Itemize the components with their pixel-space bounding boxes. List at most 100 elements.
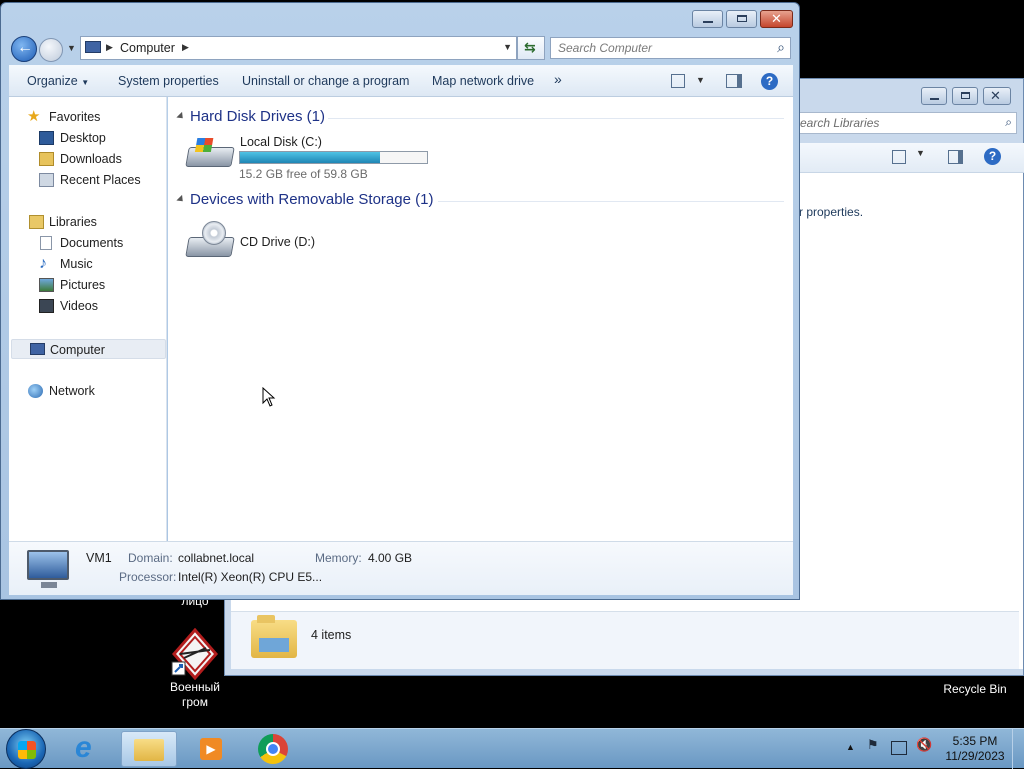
forward-button[interactable] xyxy=(39,38,63,62)
recent-places-icon xyxy=(39,173,54,187)
network-icon xyxy=(28,384,43,398)
partial-text: r properties. xyxy=(799,205,864,219)
nav-pictures[interactable]: Pictures xyxy=(9,275,167,295)
view-options-icon[interactable] xyxy=(671,74,685,88)
search-input[interactable]: Search Libraries ⌕ xyxy=(785,112,1017,134)
minimize-button[interactable] xyxy=(921,87,947,105)
navigation-pane: ★ Favorites Desktop Downloads Recent Pla… xyxy=(9,97,167,541)
taskbar: e ▶ ▲ ⚑ 🔇 5:35 PM 11/29/2023 xyxy=(0,728,1024,769)
volume-muted-icon[interactable]: 🔇 xyxy=(916,737,932,753)
maximize-button[interactable] xyxy=(726,10,757,28)
command-bar: Organize ▼ System properties Uninstall o… xyxy=(9,65,793,97)
system-properties-button[interactable]: System properties xyxy=(118,74,219,88)
close-button[interactable]: ✕ xyxy=(983,87,1011,105)
help-icon[interactable]: ? xyxy=(984,148,1001,165)
search-input[interactable]: Search Computer ⌕ xyxy=(550,37,791,59)
chevron-down-icon: ▼ xyxy=(81,78,90,87)
more-commands-button[interactable]: » xyxy=(554,71,562,87)
network-tray-icon[interactable] xyxy=(891,741,907,755)
clock[interactable]: 5:35 PM 11/29/2023 xyxy=(940,734,1010,764)
documents-icon xyxy=(40,236,52,250)
details-pane: VM1 Domain: collabnet.local Memory: 4.00… xyxy=(9,541,793,595)
breadcrumb-separator-icon[interactable]: ▶ xyxy=(182,42,189,53)
videos-icon xyxy=(39,299,54,313)
group-header-removable[interactable]: Devices with Removable Storage (1) xyxy=(190,191,433,208)
nav-videos[interactable]: Videos xyxy=(9,296,167,316)
computer-window[interactable]: ✕ ← ▼ ▶ Computer ▶ ▼ ⇆ Search Computer ⌕… xyxy=(0,2,800,600)
computer-icon xyxy=(30,343,45,355)
taskbar-internet-explorer[interactable]: e xyxy=(62,731,118,767)
nav-favorites[interactable]: ★ Favorites xyxy=(9,107,167,127)
start-button[interactable] xyxy=(6,729,46,769)
drive-free-space: 15.2 GB free of 59.8 GB xyxy=(239,167,368,181)
recent-pages-chevron-icon[interactable]: ▼ xyxy=(67,43,76,53)
nav-documents[interactable]: Documents xyxy=(9,233,167,253)
action-center-icon[interactable]: ⚑ xyxy=(867,737,879,753)
drive-usage-fill xyxy=(240,152,380,163)
refresh-icon: ⇆ xyxy=(524,39,536,55)
nav-music[interactable]: ♪ Music xyxy=(9,254,167,274)
memory-value: 4.00 GB xyxy=(368,551,413,565)
group-header-hdd[interactable]: Hard Disk Drives (1) xyxy=(190,108,325,125)
taskbar-media-player[interactable]: ▶ xyxy=(182,731,238,767)
minimize-button[interactable] xyxy=(692,10,723,28)
desktop-icon-recycle-bin[interactable]: Recycle Bin xyxy=(930,682,1020,697)
nav-downloads[interactable]: Downloads xyxy=(9,149,167,169)
domain-label: Domain: xyxy=(128,551,173,565)
view-options-icon[interactable] xyxy=(892,150,906,164)
show-desktop-button[interactable] xyxy=(1012,729,1024,769)
chevron-down-icon[interactable]: ▼ xyxy=(696,75,705,85)
organize-menu[interactable]: Organize ▼ xyxy=(27,74,89,88)
memory-label: Memory: xyxy=(315,551,362,565)
show-hidden-icons-icon[interactable]: ▲ xyxy=(846,742,855,752)
computer-name: VM1 xyxy=(86,551,112,565)
pictures-icon xyxy=(39,278,54,292)
uninstall-program-button[interactable]: Uninstall or change a program xyxy=(242,74,409,88)
nav-computer[interactable]: Computer xyxy=(11,339,166,359)
media-player-icon: ▶ xyxy=(200,738,222,760)
computer-large-icon xyxy=(27,550,69,588)
maximize-button[interactable] xyxy=(952,87,978,105)
cd-disc-icon xyxy=(202,221,226,245)
item-count: 4 items xyxy=(311,628,352,642)
libraries-icon xyxy=(29,215,44,229)
map-network-drive-button[interactable]: Map network drive xyxy=(432,74,534,88)
breadcrumb-computer[interactable]: Computer xyxy=(120,41,175,55)
clock-date: 11/29/2023 xyxy=(945,749,1005,763)
star-icon: ★ xyxy=(27,108,41,125)
drive-usage-bar xyxy=(239,151,428,164)
folder-icon xyxy=(251,615,297,658)
computer-icon xyxy=(85,41,101,53)
chevron-down-icon[interactable]: ▼ xyxy=(916,148,925,158)
nav-libraries[interactable]: Libraries xyxy=(9,212,167,232)
address-history-chevron-icon[interactable]: ▼ xyxy=(503,42,512,52)
preview-pane-icon[interactable] xyxy=(726,74,742,88)
desktop-icon-label: Военный гром xyxy=(170,680,220,709)
drive-c[interactable]: Local Disk (C:) 15.2 GB free of 59.8 GB xyxy=(184,135,434,181)
taskbar-chrome[interactable] xyxy=(246,731,302,767)
command-bar: ▼ ? xyxy=(800,143,1024,173)
preview-pane-icon[interactable] xyxy=(948,150,963,164)
close-button[interactable]: ✕ xyxy=(760,10,793,28)
nav-desktop[interactable]: Desktop xyxy=(9,128,167,148)
group-divider xyxy=(328,118,784,119)
desktop-icon-label: Recycle Bin xyxy=(943,682,1007,696)
collapse-group-icon[interactable] xyxy=(176,194,186,205)
search-icon: ⌕ xyxy=(1005,115,1012,129)
collapse-group-icon[interactable] xyxy=(176,111,186,122)
drive-d[interactable]: CD Drive (D:) xyxy=(184,219,384,265)
nav-recent-places[interactable]: Recent Places xyxy=(9,170,167,190)
drive-name: CD Drive (D:) xyxy=(240,235,315,249)
refresh-button[interactable]: ⇆ xyxy=(517,36,545,60)
chrome-icon xyxy=(258,734,288,764)
back-button[interactable]: ← xyxy=(11,36,37,62)
taskbar-windows-explorer[interactable] xyxy=(121,731,177,767)
help-icon[interactable]: ? xyxy=(761,73,778,90)
nav-network[interactable]: Network xyxy=(9,381,167,401)
address-bar[interactable]: ▶ Computer ▶ ▼ xyxy=(80,36,517,60)
domain-value: collabnet.local xyxy=(178,551,255,565)
mouse-cursor-icon xyxy=(262,387,276,407)
processor-value: Intel(R) Xeon(R) CPU E5... xyxy=(178,570,323,584)
content-pane: Hard Disk Drives (1) Local Disk (C:) 15.… xyxy=(168,97,793,541)
breadcrumb-separator-icon[interactable]: ▶ xyxy=(106,42,113,53)
